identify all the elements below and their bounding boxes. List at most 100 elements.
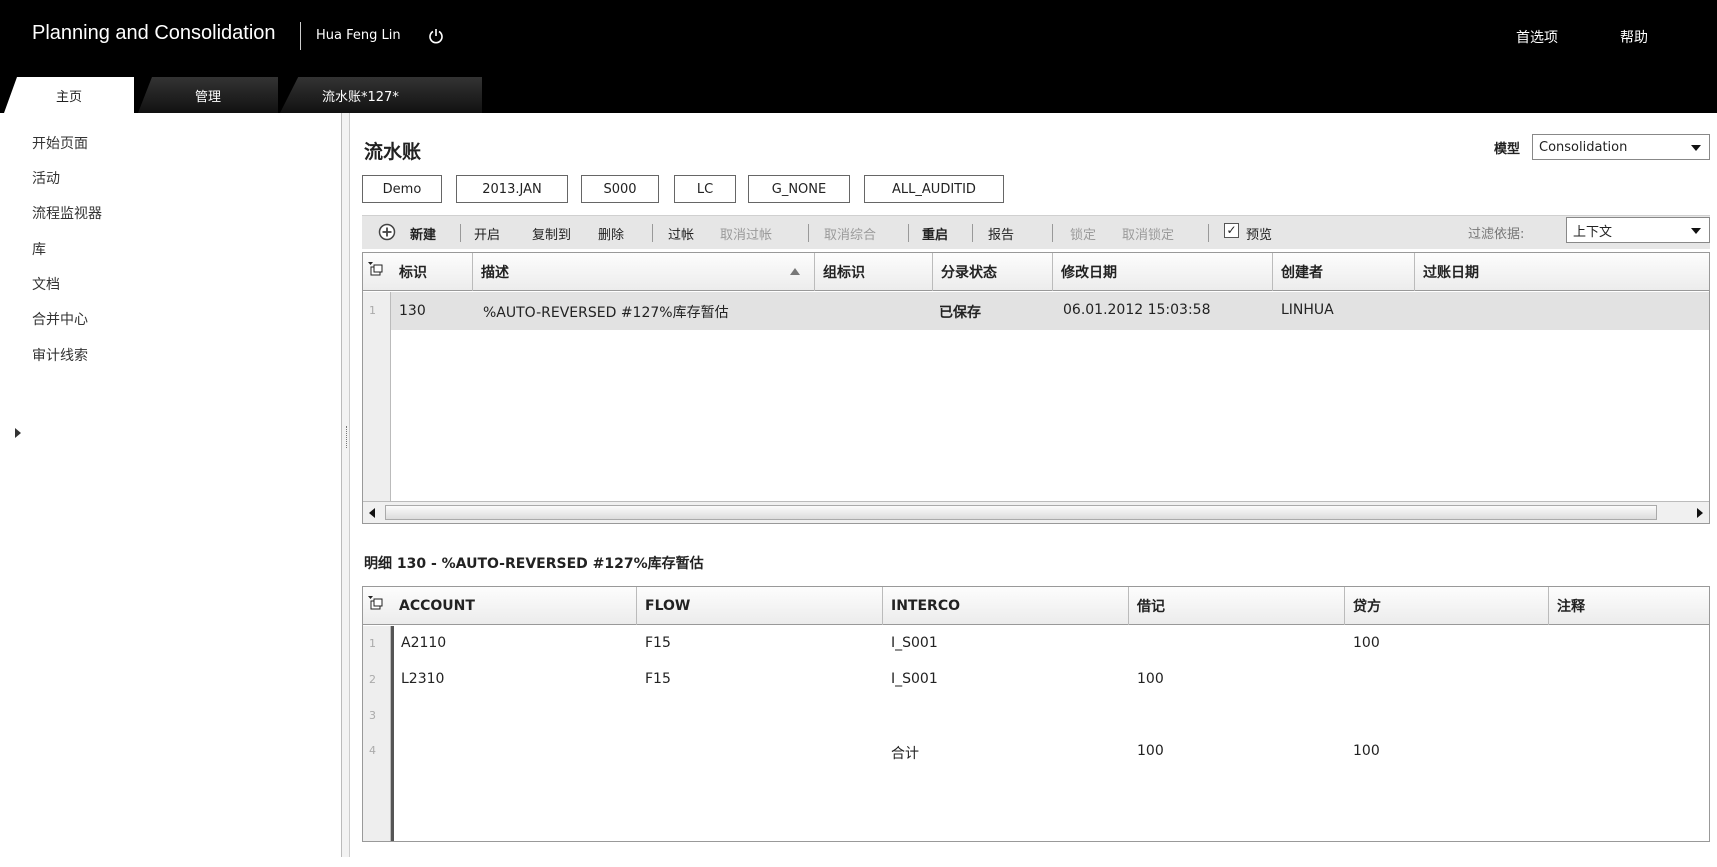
column-header-posted-date[interactable]: 过账日期	[1415, 253, 1709, 291]
copy-to-button[interactable]: 复制到	[532, 224, 571, 243]
total-row: 合计 100 100	[395, 734, 1707, 770]
column-header-note[interactable]: 注释	[1549, 587, 1709, 625]
left-navigation: 开始页面 活动 流程监视器 库 文档 合并中心 审计线索	[0, 113, 342, 857]
title-divider	[300, 22, 301, 50]
toolbar-separator	[652, 224, 653, 242]
column-chooser-icon[interactable]	[367, 595, 383, 611]
new-button[interactable]: 新建	[410, 224, 436, 243]
model-select[interactable]: Consolidation	[1532, 134, 1710, 160]
cell-id: 130	[399, 303, 426, 319]
cell-flow[interactable]: F15	[645, 635, 671, 651]
table-row[interactable]: L2310 F15 I_S001 100	[395, 662, 1707, 698]
toolbar-separator	[1208, 224, 1209, 242]
context-audit-chip[interactable]: ALL_AUDITID	[864, 175, 1004, 203]
total-debit: 100	[1137, 743, 1164, 759]
cell-debit[interactable]: 100	[1137, 671, 1164, 687]
tab-label: 流水账*127*	[322, 89, 399, 105]
nav-item-documents[interactable]: 文档	[32, 274, 60, 294]
scroll-left-icon[interactable]	[369, 508, 375, 518]
cell-modified-date: 06.01.2012 15:03:58	[1063, 302, 1211, 318]
chip-label: G_NONE	[771, 181, 827, 197]
tab-label: 管理	[194, 89, 221, 105]
column-header-credit[interactable]: 贷方	[1345, 587, 1549, 625]
cell-status: 已保存	[939, 305, 981, 321]
delete-button[interactable]: 删除	[598, 224, 624, 243]
nav-item-audit-trail[interactable]: 审计线索	[32, 345, 88, 365]
cell-interco[interactable]: I_S001	[891, 635, 938, 651]
cell-interco[interactable]: I_S001	[891, 671, 938, 687]
journal-detail-grid: ACCOUNT FLOW INTERCO 借记 贷方 注释 1 2 3 4 A2…	[362, 586, 1710, 842]
nav-item-process-monitor[interactable]: 流程监视器	[32, 203, 102, 223]
row-number: 1	[369, 304, 376, 317]
column-header-id[interactable]: 标识	[391, 253, 473, 291]
cell-flow[interactable]: F15	[645, 671, 671, 687]
app-header: Planning and Consolidation Hua Feng Lin …	[0, 0, 1717, 113]
expand-arrow-icon[interactable]	[15, 428, 21, 438]
nav-item-start-page[interactable]: 开始页面	[32, 133, 88, 153]
nav-item-library[interactable]: 库	[32, 239, 46, 259]
toolbar-separator	[972, 224, 973, 242]
panel-splitter[interactable]	[342, 113, 350, 857]
context-time-chip[interactable]: 2013.JAN	[456, 175, 568, 203]
lock-button[interactable]: 锁定	[1070, 224, 1096, 243]
table-row[interactable]: A2110 F15 I_S001 100	[395, 626, 1707, 662]
column-header-status[interactable]: 分录状态	[933, 253, 1053, 291]
post-button[interactable]: 过帐	[668, 224, 694, 243]
column-header-flow[interactable]: FLOW	[637, 587, 883, 625]
preview-checkbox[interactable]: ✓	[1224, 223, 1239, 238]
cell-description: %AUTO-REVERSED #127%库存暂估	[483, 305, 729, 321]
nav-item-activities[interactable]: 活动	[32, 168, 60, 188]
app-title: Planning and Consolidation	[32, 22, 276, 44]
context-scope-chip[interactable]: S000	[581, 175, 659, 203]
filter-select[interactable]: 上下文	[1566, 217, 1710, 243]
column-chooser-icon[interactable]	[367, 261, 383, 277]
tab-journal-127[interactable]: 流水账*127*	[280, 77, 482, 113]
row-number-column: 1 2 3 4	[363, 626, 391, 841]
report-button[interactable]: 报告	[988, 224, 1014, 243]
chip-label: S000	[603, 181, 637, 197]
nav-item-consolidation-central[interactable]: 合并中心	[32, 309, 88, 329]
table-row[interactable]	[395, 698, 1707, 734]
unpost-button[interactable]: 取消过帐	[720, 224, 772, 243]
tab-label: 主页	[55, 89, 82, 105]
open-button[interactable]: 开启	[474, 224, 500, 243]
reopen-button[interactable]: 重启	[922, 224, 948, 243]
power-icon[interactable]	[428, 28, 444, 44]
journal-list-grid: 标识 描述 组标识 分录状态 修改日期 创建者 过账日期 1 130 %AUTO…	[362, 252, 1710, 524]
filter-label: 过滤依据:	[1468, 227, 1525, 242]
context-group-chip[interactable]: G_NONE	[748, 175, 850, 203]
context-currency-chip[interactable]: LC	[674, 175, 736, 203]
tab-home[interactable]: 主页	[4, 77, 134, 113]
chip-label: Demo	[382, 181, 422, 197]
cell-account[interactable]: A2110	[401, 635, 446, 651]
column-header-modified-date[interactable]: 修改日期	[1053, 253, 1273, 291]
help-link[interactable]: 帮助	[1620, 27, 1648, 47]
cell-creator: LINHUA	[1281, 302, 1334, 318]
horizontal-scrollbar[interactable]	[363, 501, 1709, 523]
unconsolidate-button[interactable]: 取消综合	[824, 224, 876, 243]
column-header-account[interactable]: ACCOUNT	[391, 587, 637, 625]
preferences-link[interactable]: 首选项	[1516, 27, 1558, 47]
table-row[interactable]: 130 %AUTO-REVERSED #127%库存暂估 已保存 06.01.2…	[391, 292, 1709, 330]
column-header-interco[interactable]: INTERCO	[883, 587, 1129, 625]
chip-label: LC	[696, 181, 714, 197]
context-entity-chip[interactable]: Demo	[362, 175, 442, 203]
preview-label[interactable]: 预览	[1246, 224, 1272, 243]
row-number: 1	[369, 637, 376, 650]
column-header-description[interactable]: 描述	[473, 253, 815, 291]
add-circle-icon[interactable]	[378, 223, 396, 241]
cell-credit[interactable]: 100	[1353, 635, 1380, 651]
cell-account[interactable]: L2310	[401, 671, 444, 687]
total-label: 合计	[891, 746, 919, 762]
model-label: 模型	[1494, 142, 1521, 157]
tab-administration[interactable]: 管理	[138, 77, 278, 113]
column-header-debit[interactable]: 借记	[1129, 587, 1345, 625]
scrollbar-thumb[interactable]	[385, 505, 1657, 520]
scroll-right-icon[interactable]	[1697, 508, 1703, 518]
row-number: 2	[369, 673, 376, 686]
column-header-creator[interactable]: 创建者	[1273, 253, 1415, 291]
column-header-group-id[interactable]: 组标识	[815, 253, 933, 291]
column-header-label: 描述	[481, 265, 509, 281]
splitter-grip-icon[interactable]	[346, 426, 347, 448]
unlock-button[interactable]: 取消锁定	[1122, 224, 1174, 243]
